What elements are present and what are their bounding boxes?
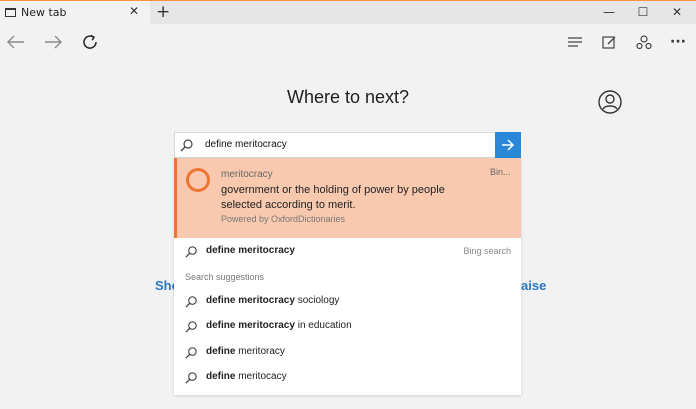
page-heading: Where to next?: [286, 87, 410, 107]
suggestion-rest: meritoracy: [235, 346, 285, 357]
answer-circle-icon: [186, 168, 210, 192]
suggestion-text: define meritocacy: [206, 371, 287, 382]
suggestion-text: define meritocracy in education: [206, 320, 352, 331]
answer-word: meritocracy: [221, 169, 273, 180]
arrow-right-icon: [502, 139, 515, 151]
go-button[interactable]: [495, 132, 521, 158]
suggestion-bold: define meritocracy: [206, 320, 295, 331]
search-icon: [185, 296, 197, 308]
web-note-button[interactable]: [597, 30, 621, 54]
suggestion-row[interactable]: define meritocracy in education: [174, 314, 521, 338]
suggestion-rest: meritocacy: [235, 371, 287, 382]
refresh-icon: [83, 34, 97, 49]
search-input[interactable]: [205, 139, 485, 150]
suggestion-bold: define: [206, 346, 236, 357]
share-button[interactable]: [632, 30, 656, 54]
top-result-row[interactable]: define meritocracy Bing search: [174, 239, 521, 263]
suggestions-dropdown: meritocracy government or the holding of…: [174, 158, 521, 395]
maximize-button[interactable]: ☐: [628, 3, 658, 21]
web-note-icon: [601, 35, 615, 49]
arrow-right-icon: [45, 35, 62, 49]
more-icon: ···: [670, 34, 686, 50]
suggestion-bold: define meritocracy: [206, 295, 295, 306]
answer-powered-by: Powered by OxfordDictionaries: [221, 214, 346, 224]
tab-close-icon[interactable]: ✕: [129, 4, 139, 18]
back-button[interactable]: [4, 30, 28, 54]
close-window-button[interactable]: ✕: [662, 3, 692, 21]
suggestion-text: define meritocracy sociology: [206, 295, 339, 306]
tab-title: New tab: [21, 6, 67, 19]
suggestion-rest: sociology: [294, 295, 340, 306]
title-bar: New tab ✕ + — ☐ ✕: [0, 0, 696, 25]
search-box: [174, 132, 521, 158]
user-icon: [598, 90, 622, 114]
share-icon: [636, 34, 652, 49]
navigation-toolbar: ···: [0, 24, 696, 58]
answer-card[interactable]: meritocracy government or the holding of…: [174, 158, 521, 238]
arrow-left-icon: [7, 35, 24, 49]
suggestion-row[interactable]: define meritocacy: [174, 365, 521, 389]
suggestions-label: Search suggestions: [185, 272, 265, 282]
search-icon: [185, 246, 197, 258]
forward-button[interactable]: [41, 30, 65, 54]
search-icon: [185, 321, 197, 333]
new-tab-button[interactable]: +: [156, 2, 170, 22]
answer-source[interactable]: Bin...: [490, 167, 511, 177]
search-icon: [185, 372, 197, 384]
suggestion-bold: define: [206, 371, 236, 382]
suggestion-row[interactable]: define meritoracy: [174, 340, 521, 364]
suggestion-row[interactable]: define meritocracy sociology: [174, 289, 521, 313]
answer-definition: government or the holding of power by pe…: [221, 184, 445, 211]
account-avatar[interactable]: [598, 90, 622, 114]
background-link-right[interactable]: aise: [521, 278, 546, 293]
tab-page-icon: [5, 8, 16, 17]
search-icon: [185, 347, 197, 359]
search-icon: [180, 139, 193, 152]
top-result-meta: Bing search: [463, 246, 511, 256]
tab-new-tab[interactable]: New tab ✕: [0, 1, 150, 25]
suggestion-rest: in education: [294, 320, 352, 331]
more-button[interactable]: ···: [666, 30, 690, 54]
minimize-button[interactable]: —: [594, 3, 624, 21]
hub-button[interactable]: [563, 30, 587, 54]
suggestion-text: define meritoracy: [206, 346, 285, 357]
hub-icon: [568, 37, 582, 47]
refresh-button[interactable]: [78, 30, 102, 54]
top-result-query: define meritocracy: [206, 245, 295, 256]
